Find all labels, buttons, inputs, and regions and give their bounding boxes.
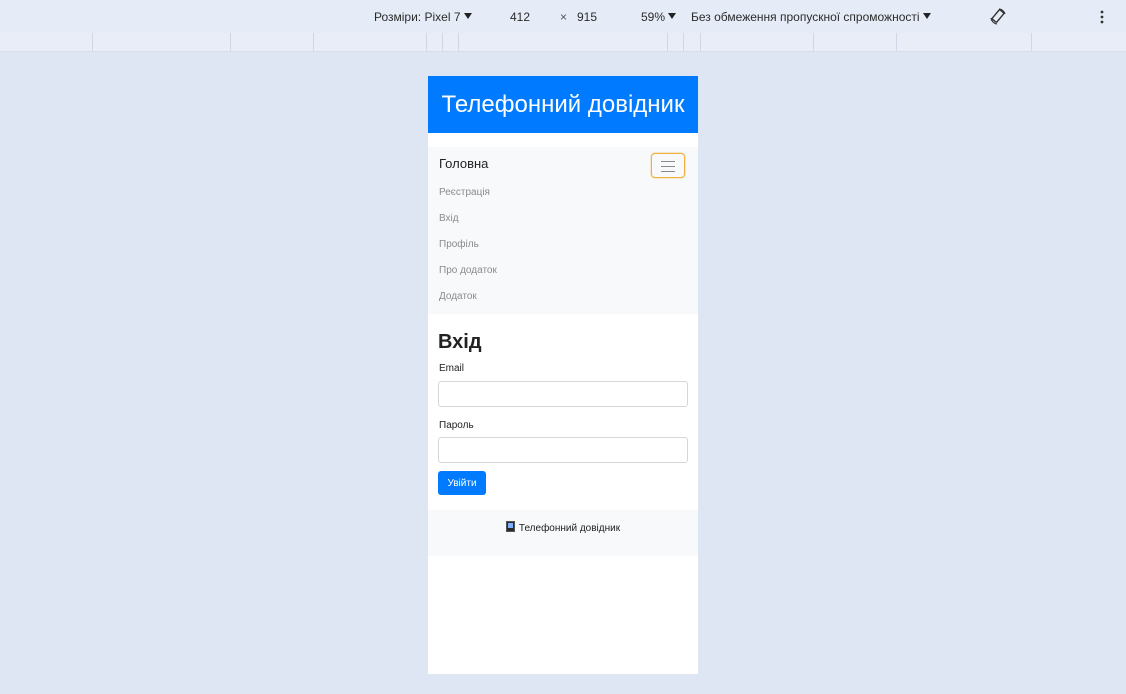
dropdown-caret-icon — [463, 13, 472, 19]
device-viewport: Телефонний довідник Головна Реєстрація В… — [428, 76, 698, 674]
dimension-times-icon: × — [560, 10, 568, 24]
more-vertical-icon-svg — [1100, 10, 1104, 24]
nav-item-login[interactable]: Вхід — [439, 213, 459, 224]
navbar-brand-home[interactable]: Головна — [439, 156, 488, 171]
password-field[interactable] — [438, 437, 688, 463]
ruler-tick — [700, 33, 701, 51]
nav-item-registration[interactable]: Реєстрація — [439, 187, 490, 198]
app-header-title: Телефонний довідник — [441, 91, 685, 118]
ruler-tick — [426, 33, 427, 51]
width-input[interactable]: 412 — [510, 9, 530, 25]
login-form: Вхід Email Пароль Увійти — [428, 314, 698, 510]
throttling-select[interactable]: Без обмеження пропускної спроможності — [691, 9, 931, 25]
password-label: Пароль — [439, 420, 474, 431]
phone-icon — [505, 521, 515, 532]
throttling-label: Без обмеження пропускної спроможності — [691, 10, 920, 24]
rotate-icon-svg — [990, 8, 1006, 25]
email-label: Email — [439, 363, 465, 374]
dropdown-caret-icon — [922, 13, 931, 19]
nav-item-about[interactable]: Про додаток — [439, 265, 497, 276]
rotate-icon[interactable] — [989, 8, 1007, 30]
hamburger-icon — [661, 166, 675, 167]
ruler-tick — [896, 33, 897, 51]
more-vertical-icon[interactable] — [1098, 8, 1106, 30]
hamburger-icon — [661, 171, 675, 172]
ruler-tick — [683, 33, 684, 51]
footer: Телефонний довідник — [428, 510, 698, 556]
devtools-toolbar: Розміри: Pixel 7 412 × 915 59% Без обмеж… — [0, 0, 1126, 33]
ruler-tick — [1031, 33, 1032, 51]
navbar: Головна Реєстрація Вхід Профіль Про дода… — [428, 147, 698, 314]
nav-item-app[interactable]: Додаток — [439, 291, 477, 302]
hamburger-icon — [661, 161, 675, 162]
zoom-select[interactable]: 59% — [641, 9, 677, 25]
zoom-label: 59% — [641, 10, 666, 24]
ruler-tick — [813, 33, 814, 51]
ruler-tick — [92, 33, 93, 51]
ruler-tick — [313, 33, 314, 51]
app-header: Телефонний довідник — [428, 76, 698, 133]
footer-text: Телефонний довідник — [518, 523, 621, 534]
navbar-toggler-button[interactable] — [651, 153, 685, 178]
ruler-tick — [667, 33, 668, 51]
media-query-ruler[interactable] — [0, 33, 1126, 52]
ruler-tick — [230, 33, 231, 51]
email-field[interactable] — [438, 381, 688, 407]
height-input[interactable]: 915 — [577, 9, 597, 25]
login-submit-button[interactable]: Увійти — [438, 471, 486, 495]
dropdown-caret-icon — [668, 13, 677, 19]
login-title: Вхід — [438, 331, 482, 353]
nav-item-profile[interactable]: Профіль — [439, 239, 479, 250]
ruler-tick — [458, 33, 459, 51]
device-dimensions-label: Розміри: Pixel 7 — [374, 10, 461, 24]
ruler-tick — [442, 33, 443, 51]
device-dimensions-select[interactable]: Розміри: Pixel 7 — [374, 9, 472, 25]
